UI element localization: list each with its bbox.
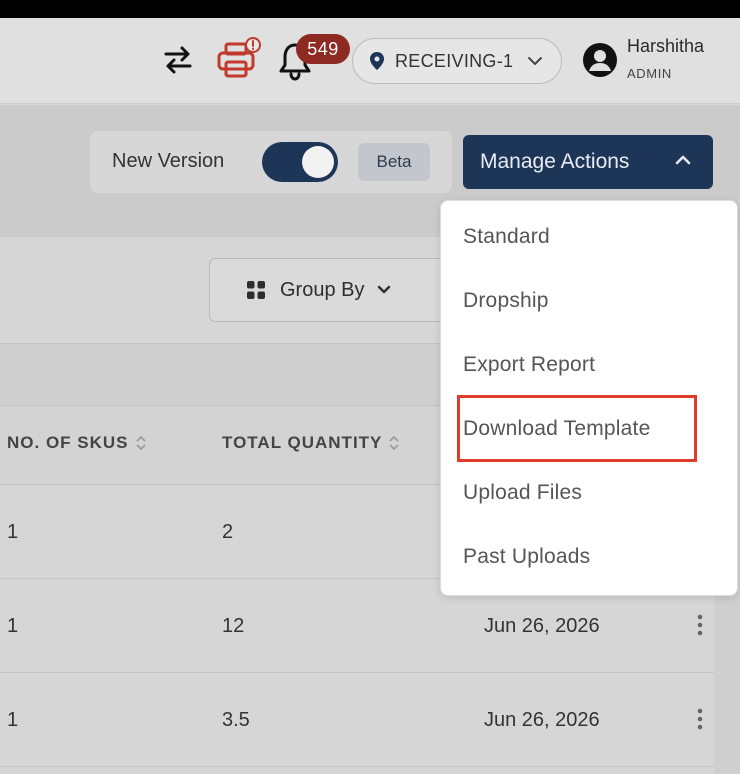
notification-badge[interactable]: 549: [296, 34, 350, 64]
menu-item-upload-files[interactable]: Upload Files: [463, 481, 582, 505]
column-header-skus[interactable]: NO. OF SKUS: [7, 433, 147, 453]
menu-item-dropship[interactable]: Dropship: [463, 289, 549, 313]
column-header-quantity[interactable]: TOTAL QUANTITY: [222, 433, 400, 453]
toggle-knob: [302, 146, 334, 178]
cell-date: Jun 26, 2026: [484, 615, 600, 637]
cell-date: Jun 26, 2026: [484, 709, 600, 731]
menu-item-past-uploads[interactable]: Past Uploads: [463, 545, 590, 569]
cell-skus: 1: [7, 521, 19, 543]
kebab-icon[interactable]: [694, 706, 706, 734]
new-version-toggle[interactable]: [262, 142, 338, 182]
printer-icon[interactable]: [216, 36, 264, 80]
cell-quantity: 2: [222, 521, 234, 543]
cell-quantity: 12: [222, 615, 245, 637]
location-pin-icon: [369, 51, 385, 71]
sort-icon[interactable]: [135, 434, 147, 452]
chevron-up-icon: [673, 150, 693, 170]
group-by-button[interactable]: Group By: [209, 258, 459, 322]
cell-skus: 1: [7, 615, 19, 637]
manage-actions-button[interactable]: Manage Actions: [463, 135, 713, 189]
menu-item-export-report[interactable]: Export Report: [463, 353, 595, 377]
group-by-label: Group By: [280, 278, 365, 301]
grid-icon: [246, 280, 266, 300]
new-version-label: New Version: [112, 150, 225, 172]
window-top-bar: [0, 0, 740, 18]
sort-icon[interactable]: [388, 434, 400, 452]
download-template-highlight: [457, 395, 697, 462]
kebab-icon[interactable]: [694, 612, 706, 640]
column-header-label: TOTAL QUANTITY: [222, 433, 383, 452]
user-avatar-icon[interactable]: [582, 42, 618, 78]
user-name: Harshitha: [627, 36, 705, 56]
user-role: ADMIN: [627, 66, 672, 81]
chevron-down-icon: [376, 284, 392, 296]
location-label: RECEIVING-1: [395, 50, 514, 71]
manage-actions-label: Manage Actions: [480, 150, 630, 173]
beta-badge: Beta: [358, 143, 430, 181]
cell-quantity: 3.5: [222, 709, 250, 731]
transfer-icon[interactable]: [160, 42, 196, 78]
table-row[interactable]: [0, 673, 714, 767]
location-selector[interactable]: RECEIVING-1: [352, 38, 562, 84]
column-header-label: NO. OF SKUS: [7, 433, 129, 452]
menu-item-standard[interactable]: Standard: [463, 225, 550, 249]
chevron-down-icon: [527, 55, 543, 67]
cell-skus: 1: [7, 709, 19, 731]
